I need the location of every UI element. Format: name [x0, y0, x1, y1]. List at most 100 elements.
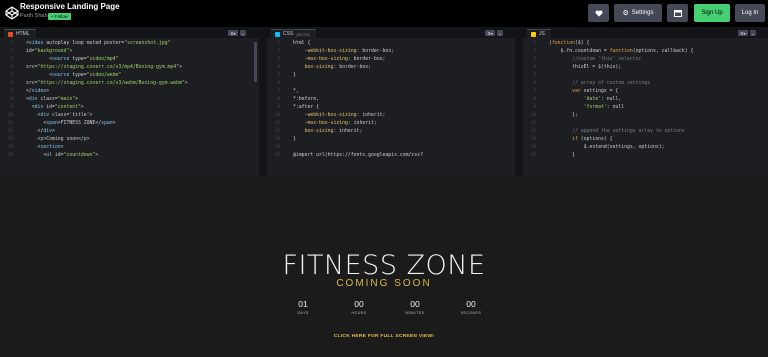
- code-line[interactable]: 7 *,: [267, 88, 515, 96]
- code-line[interactable]: 9 *:after {: [267, 104, 515, 112]
- code-line[interactable]: 5 <source type="video/webm": [0, 72, 259, 80]
- code-line[interactable]: 6 src="https://staging.coverr.co/s3/webm/…: [0, 80, 259, 88]
- code-line[interactable]: 4 thisEl = $(this);: [523, 64, 768, 72]
- code-line[interactable]: 4 box-sizing: border-box;: [267, 64, 515, 72]
- code-line[interactable]: 6 // array of custom settings: [523, 80, 768, 88]
- editor-area: HTML ⚙▾ ⌄ 1 <video autoplay loop muted po…: [0, 27, 768, 176]
- line-number: 6: [10, 81, 13, 86]
- code-line[interactable]: 3 <source type="video/mp4": [0, 56, 259, 64]
- code-line[interactable]: 13}: [267, 136, 515, 144]
- code-line[interactable]: 1 <video autoplay loop muted poster="scre…: [0, 40, 259, 48]
- code-text: *:before,: [293, 97, 319, 102]
- line-number: 13: [530, 137, 536, 142]
- countdown-days-label: DAYS: [297, 311, 309, 315]
- js-tab[interactable]: JS: [527, 29, 551, 38]
- editor-resizer[interactable]: [515, 27, 523, 176]
- css-tab-icon: [275, 31, 280, 37]
- code-line[interactable]: 13 if (options) {: [523, 136, 768, 144]
- css-preprocessor-label: (SCSS): [296, 31, 310, 37]
- code-line[interactable]: 11 -moz-box-sizing: inherit;: [267, 120, 515, 128]
- gear-icon: ⚙: [622, 10, 629, 17]
- code-text: // array of custom settings: [549, 81, 651, 86]
- fullscreen-link[interactable]: CLICK HERE FOR FULL SCREEN VIEW!: [0, 334, 768, 339]
- code-line[interactable]: 3 -moz-box-sizing: border-box;: [267, 56, 515, 64]
- code-line[interactable]: 10 -webkit-box-sizing: inherit;: [267, 112, 515, 120]
- change-view-button[interactable]: [667, 4, 688, 22]
- html-collapse-icon[interactable]: ⌄: [240, 30, 246, 36]
- line-number: 14: [274, 145, 280, 150]
- code-line[interactable]: 8 <div class="main">: [0, 96, 259, 104]
- code-line[interactable]: 2 -webkit-box-sizing: border-box;: [267, 48, 515, 56]
- code-text: -moz-box-sizing: border-box;: [304, 57, 386, 62]
- code-line[interactable]: 7 </video>: [0, 88, 259, 96]
- css-pane-header: CSS (SCSS) ⚙▾ ⌄: [267, 27, 515, 38]
- code-text: *:after {: [293, 105, 319, 110]
- code-line[interactable]: 13 <p>Coming soon</p>: [0, 136, 259, 144]
- code-line[interactable]: 14 <section>: [0, 144, 259, 152]
- line-number: 11: [7, 121, 13, 126]
- code-text: }: [293, 73, 296, 78]
- code-line[interactable]: 2 id="background">: [0, 48, 259, 56]
- author-name[interactable]: Parth Shah: [20, 13, 48, 19]
- code-line[interactable]: 2 $.fn.countdown = function(options, cal…: [523, 48, 768, 56]
- code-line[interactable]: 12 box-sizing: inherit;: [267, 128, 515, 136]
- signup-button[interactable]: Sign Up: [694, 4, 730, 22]
- code-line[interactable]: 15 <ul id="countdown">: [0, 152, 259, 160]
- code-line[interactable]: 14 $.extend(settings, options);: [523, 144, 768, 152]
- line-number: 3: [277, 57, 280, 62]
- code-line[interactable]: 4 src="https://staging.coverr.co/s3/mp4/B…: [0, 64, 259, 72]
- code-line[interactable]: 10 };: [523, 112, 768, 120]
- code-text: </video>: [26, 89, 50, 94]
- editor-resizer[interactable]: [259, 27, 267, 176]
- line-number: 7: [533, 89, 536, 94]
- line-number: 15: [274, 153, 280, 158]
- css-collapse-icon[interactable]: ⌄: [497, 30, 503, 36]
- code-line[interactable]: 15 @import url(https://fonts.googleapis.c…: [267, 152, 515, 160]
- code-line[interactable]: 12 // append the settings array to optio…: [523, 128, 768, 136]
- code-line[interactable]: 11: [523, 120, 768, 128]
- settings-label: Settings: [631, 10, 654, 16]
- code-text: src="https://staging.coverr.co/s3/mp4/Bo…: [26, 65, 182, 70]
- settings-button[interactable]: ⚙ Settings: [614, 4, 662, 22]
- html-code[interactable]: 1 <video autoplay loop muted poster="scre…: [0, 40, 259, 176]
- login-button[interactable]: Log In: [735, 4, 765, 22]
- html-scrollbar[interactable]: [254, 42, 257, 82]
- html-settings-icon[interactable]: ⚙▾: [228, 30, 238, 36]
- code-line[interactable]: 6: [267, 80, 515, 88]
- code-line[interactable]: 9 'format': null: [523, 104, 768, 112]
- codepen-logo-icon[interactable]: [5, 6, 19, 20]
- js-collapse-icon[interactable]: ⌄: [750, 30, 756, 36]
- js-settings-icon[interactable]: ⚙▾: [738, 30, 748, 36]
- follow-button[interactable]: + Follow: [48, 13, 71, 20]
- css-tab[interactable]: CSS (SCSS): [271, 29, 316, 38]
- code-line[interactable]: 8 *:before,: [267, 96, 515, 104]
- code-text: <div id="content">: [26, 105, 84, 110]
- code-line[interactable]: 15 }: [523, 152, 768, 160]
- code-text: <p>Coming soon</p>: [26, 137, 90, 142]
- js-code[interactable]: 1 (function($) {2 $.fn.countdown = functi…: [523, 40, 768, 176]
- code-line[interactable]: 3 //custom 'this' selector: [523, 56, 768, 64]
- code-line[interactable]: 10 <div class='title'>: [0, 112, 259, 120]
- js-pane-tools: ⚙▾ ⌄: [738, 30, 756, 36]
- css-settings-icon[interactable]: ⚙▾: [485, 30, 495, 36]
- like-button[interactable]: [588, 4, 609, 22]
- countdown-minutes-value: 00: [410, 299, 420, 309]
- line-number: 5: [10, 73, 13, 78]
- code-line[interactable]: 14: [267, 144, 515, 152]
- code-line[interactable]: 5: [523, 72, 768, 80]
- code-line[interactable]: 12 </div>: [0, 128, 259, 136]
- code-line[interactable]: 5}: [267, 72, 515, 80]
- code-line[interactable]: 7 var settings = {: [523, 88, 768, 96]
- code-line[interactable]: 11 <span>FITNESS ZONE</span>: [0, 120, 259, 128]
- pen-title[interactable]: Responsive Landing Page: [20, 2, 120, 11]
- html-tab[interactable]: HTML: [4, 29, 36, 38]
- code-text: <div class='title'>: [26, 113, 93, 118]
- code-line[interactable]: 1 html {: [267, 40, 515, 48]
- html-editor-pane: HTML ⚙▾ ⌄ 1 <video autoplay loop muted po…: [0, 27, 259, 176]
- code-text: <source type="video/webm": [26, 73, 122, 78]
- code-line[interactable]: 9 <div id="content">: [0, 104, 259, 112]
- code-line[interactable]: 1 (function($) {: [523, 40, 768, 48]
- css-code[interactable]: 1 html {2 -webkit-box-sizing: border-box;…: [267, 40, 515, 176]
- line-number: 2: [533, 49, 536, 54]
- code-line[interactable]: 8 'date': null,: [523, 96, 768, 104]
